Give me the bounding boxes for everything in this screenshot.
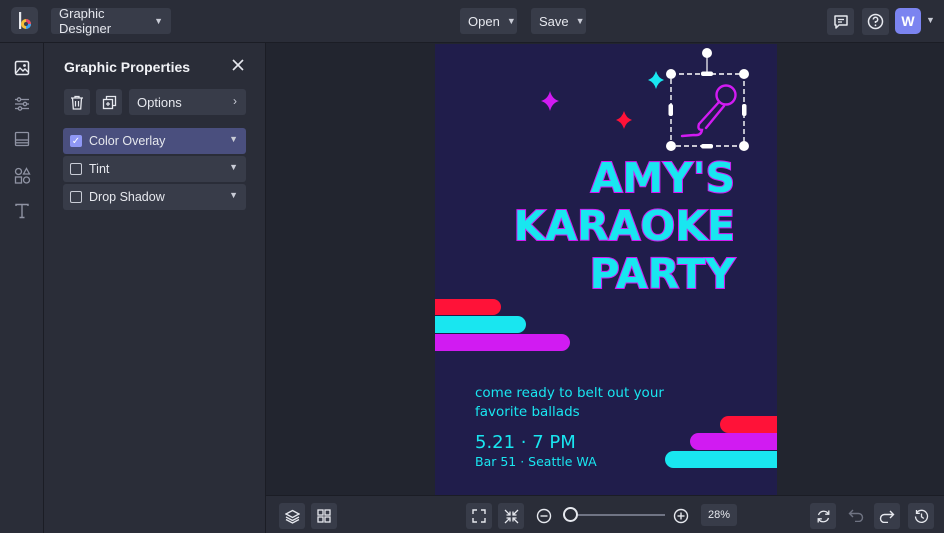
close-icon <box>232 59 244 71</box>
rail-item-text[interactable] <box>11 200 33 222</box>
chevron-down-icon: ▼ <box>229 190 238 200</box>
user-avatar[interactable]: W <box>895 8 921 34</box>
drop-shadow-checkbox[interactable] <box>70 191 82 203</box>
chevron-down-icon: ▼ <box>575 16 585 26</box>
help-icon <box>867 13 884 30</box>
text-icon <box>15 203 29 219</box>
sparkle-icon <box>616 111 632 129</box>
grid-icon <box>317 509 331 523</box>
rail-item-layouts[interactable] <box>11 128 33 150</box>
rail-item-adjust[interactable] <box>11 93 33 115</box>
rail-item-graphics[interactable] <box>11 57 33 79</box>
expand-icon <box>472 509 486 523</box>
date-time: 5.21 · 7 PM <box>475 432 576 453</box>
comments-button[interactable] <box>827 8 854 35</box>
stripe-magenta-left <box>435 334 570 351</box>
properties-panel: Graphic Properties Options › ✓ Color Ove… <box>44 43 266 533</box>
top-bar: Graphic Designer ▼ Open ▼ Save ▼ W ▼ <box>0 0 944 43</box>
heading-line-1: AMY'S <box>591 154 735 202</box>
redo-icon <box>879 510 895 523</box>
sparkle-icon <box>648 71 664 89</box>
sparkle-icon <box>541 91 559 111</box>
poster-canvas[interactable]: AMY'S KARAOKE PARTY come ready to belt o… <box>435 44 777 495</box>
stripe-cyan-right <box>665 451 777 468</box>
save-label: Save <box>539 13 569 29</box>
zoom-out-button[interactable] <box>536 508 552 524</box>
heading-line-3: PARTY <box>590 250 737 298</box>
undo-button[interactable] <box>848 508 864 522</box>
stripe-magenta-right <box>690 433 777 450</box>
color-overlay-checkbox[interactable]: ✓ <box>70 135 82 147</box>
invite-line-1: come ready to belt out your <box>475 385 664 401</box>
app-menu-label: Graphic Designer <box>59 6 112 36</box>
comment-icon <box>833 14 848 29</box>
options-button[interactable]: Options › <box>129 89 246 115</box>
heading-line-2: KARAOKE <box>514 202 735 250</box>
selection-handles <box>666 48 749 151</box>
zoom-percent[interactable]: 28% <box>701 504 737 526</box>
save-button[interactable]: Save ▼ <box>531 8 586 34</box>
chevron-down-icon: ▼ <box>229 162 238 172</box>
chevron-down-icon: ▼ <box>229 134 238 144</box>
image-icon <box>14 60 30 76</box>
open-button[interactable]: Open ▼ <box>460 8 517 34</box>
tool-rail <box>0 43 44 533</box>
venue: Bar 51 · Seattle WA <box>475 454 597 469</box>
zoom-in-icon <box>673 508 689 524</box>
sliders-icon <box>15 97 29 111</box>
zoom-in-button[interactable] <box>673 508 689 524</box>
layout-icon <box>14 131 30 147</box>
effect-row-drop-shadow[interactable]: Drop Shadow ▼ <box>63 184 246 210</box>
effect-label: Tint <box>89 162 110 176</box>
panel-title: Graphic Properties <box>64 59 191 75</box>
layers-button[interactable] <box>279 503 305 529</box>
poster-artwork: AMY'S KARAOKE PARTY come ready to belt o… <box>435 48 777 469</box>
trash-icon <box>71 95 83 110</box>
actual-size-button[interactable] <box>498 503 524 529</box>
zoom-slider-track[interactable] <box>578 514 665 516</box>
effect-label: Color Overlay <box>89 134 166 148</box>
history-icon <box>914 509 928 523</box>
stripe-red-left <box>435 299 501 315</box>
app-logo[interactable] <box>11 7 38 34</box>
zoom-slider-handle[interactable] <box>563 507 578 522</box>
tint-checkbox[interactable] <box>70 163 82 175</box>
chevron-right-icon: › <box>233 94 237 108</box>
duplicate-icon <box>102 95 116 109</box>
duplicate-button[interactable] <box>96 89 122 115</box>
options-label: Options <box>137 94 182 110</box>
redo-button[interactable] <box>874 503 900 529</box>
history-button[interactable] <box>908 503 934 529</box>
chevron-down-icon[interactable]: ▼ <box>926 15 935 25</box>
logo-icon <box>18 11 31 29</box>
shrink-icon <box>504 509 518 523</box>
layers-icon <box>284 509 300 524</box>
grid-button[interactable] <box>311 503 337 529</box>
shapes-icon <box>14 166 31 184</box>
chevron-down-icon: ▼ <box>154 16 163 26</box>
stripe-cyan-left <box>435 316 526 333</box>
zoom-out-icon <box>536 508 552 524</box>
close-panel-button[interactable] <box>230 56 246 74</box>
stripe-red-right <box>720 416 777 433</box>
microphone-icon <box>680 84 737 138</box>
effect-row-color-overlay[interactable]: ✓ Color Overlay ▼ <box>63 128 246 154</box>
reset-button[interactable] <box>810 503 836 529</box>
effect-label: Drop Shadow <box>89 190 165 204</box>
refresh-icon <box>817 510 829 522</box>
invite-line-2: favorite ballads <box>475 404 580 420</box>
app-menu-button[interactable]: Graphic Designer ▼ <box>51 6 171 36</box>
help-button[interactable] <box>862 8 889 35</box>
effect-row-tint[interactable]: Tint ▼ <box>63 156 246 182</box>
rail-item-shapes[interactable] <box>11 164 33 186</box>
open-label: Open <box>468 13 500 29</box>
fit-screen-button[interactable] <box>466 503 492 529</box>
app-root: Graphic Designer ▼ Open ▼ Save ▼ W ▼ Gra… <box>0 0 944 533</box>
undo-icon <box>848 509 864 522</box>
chevron-down-icon: ▼ <box>506 16 516 26</box>
delete-button[interactable] <box>64 89 90 115</box>
